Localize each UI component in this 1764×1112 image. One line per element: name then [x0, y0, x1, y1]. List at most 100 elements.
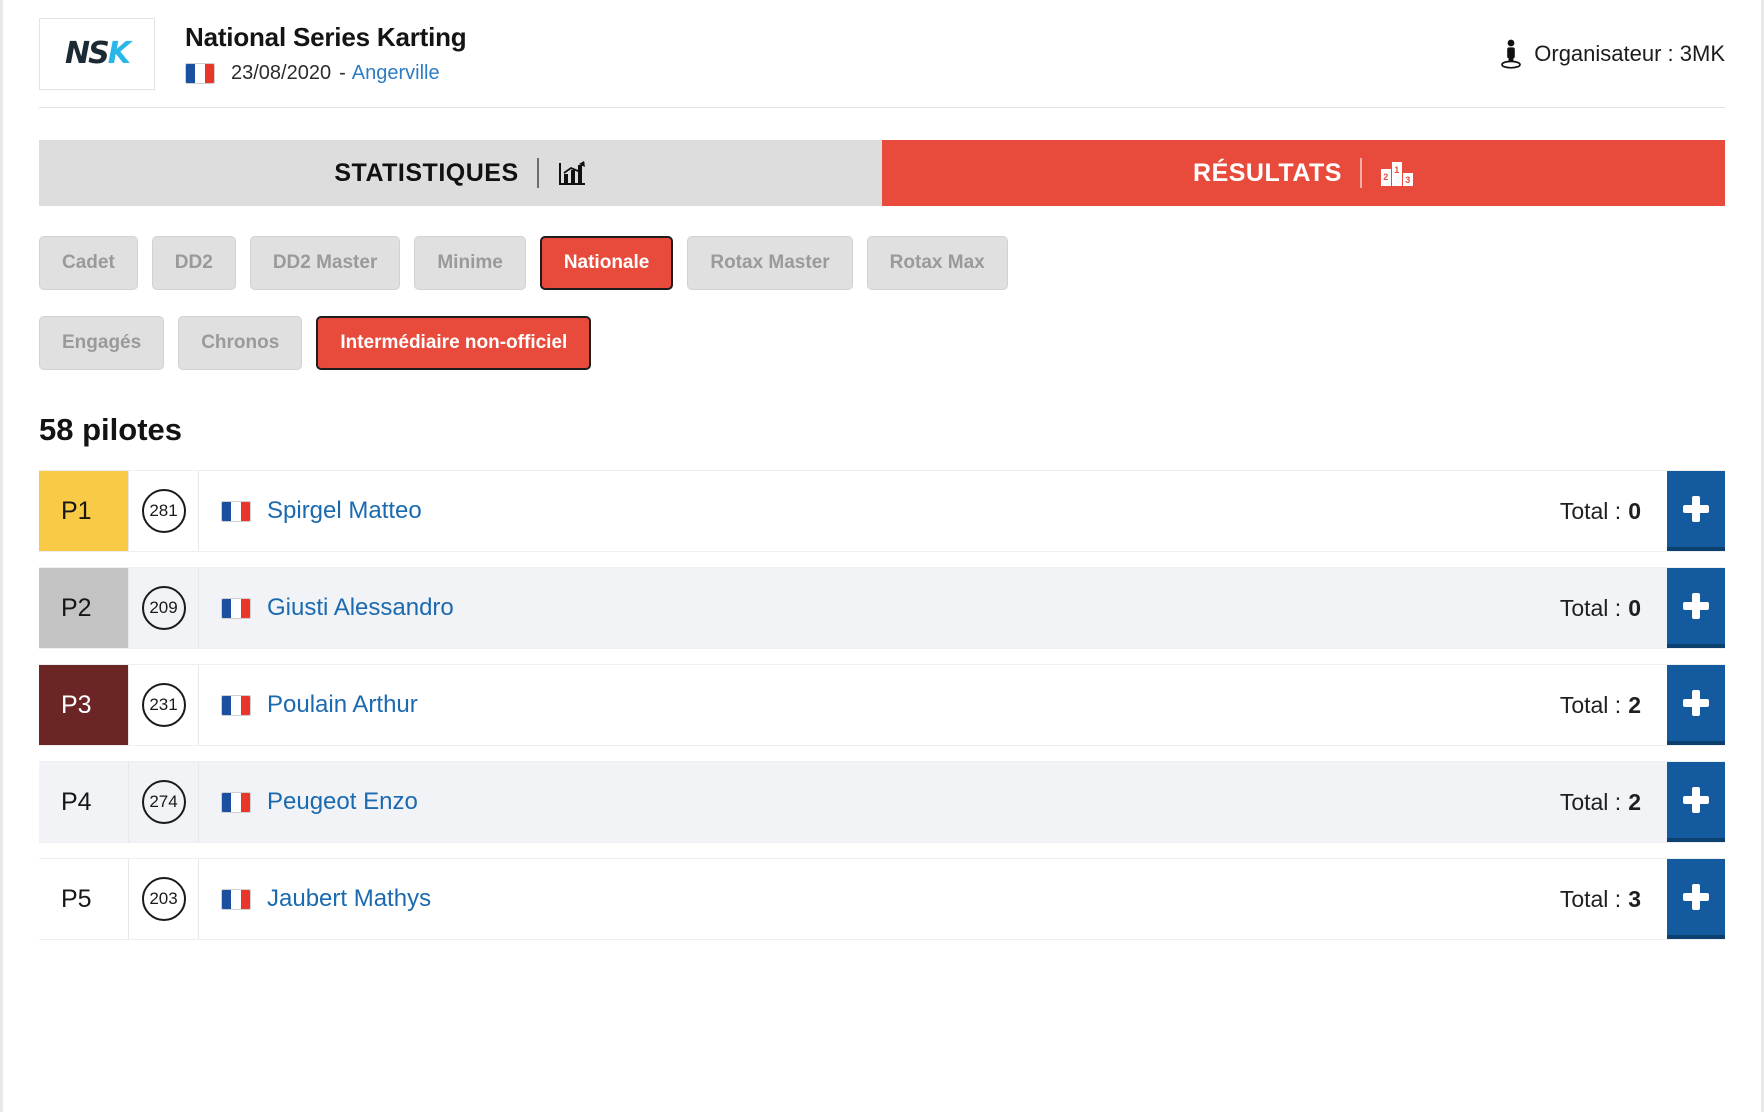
- filter-intermediaire-non-officiel[interactable]: Intermédiaire non-officiel: [316, 316, 592, 370]
- france-flag-icon: [185, 62, 215, 84]
- kart-number-cell: 281: [129, 471, 199, 551]
- session-filter-row: Engagés Chronos Intermédiaire non-offici…: [39, 316, 1725, 370]
- pilot-count-heading: 58 pilotes: [39, 412, 182, 447]
- podium-second-number: 2: [1383, 172, 1389, 182]
- driver-cell: Spirgel Matteo: [199, 471, 1560, 551]
- expand-row-button[interactable]: [1667, 859, 1725, 939]
- filter-rotax-max[interactable]: Rotax Max: [866, 236, 1008, 290]
- tab-resultats-label: RÉSULTATS: [1193, 158, 1342, 187]
- driver-cell: Poulain Arthur: [199, 665, 1560, 745]
- total-label: Total :: [1559, 885, 1622, 912]
- organiser-info: Organisateur : 3MK: [1500, 39, 1725, 69]
- kart-number-cell: 274: [129, 762, 199, 842]
- total-value: 2: [1628, 788, 1641, 815]
- total-value: 0: [1628, 497, 1641, 524]
- plus-icon: [1683, 690, 1709, 716]
- driver-name-link[interactable]: Spirgel Matteo: [267, 497, 422, 525]
- total-cell: Total : 0: [1560, 471, 1667, 551]
- header-titles: National Series Karting 23/08/2020 - Ang…: [185, 22, 1500, 84]
- event-location-link[interactable]: Angerville: [352, 62, 440, 85]
- total-value: 2: [1628, 691, 1641, 718]
- position-badge: P5: [39, 859, 129, 939]
- event-date: 23/08/2020: [231, 61, 332, 84]
- driver-cell: Jaubert Mathys: [199, 859, 1560, 939]
- event-header: NSK National Series Karting 23/08/2020 -…: [39, 0, 1725, 108]
- total-cell: Total : 3: [1560, 859, 1667, 939]
- table-row[interactable]: P2 209 Giusti Alessandro Total : 0: [39, 567, 1725, 649]
- france-flag-icon: [221, 500, 251, 522]
- france-flag-icon: [221, 597, 251, 619]
- tab-resultats[interactable]: RÉSULTATS 2 1 3: [882, 140, 1725, 206]
- position-badge: P4: [39, 762, 129, 842]
- total-value: 0: [1628, 594, 1641, 621]
- driver-name-link[interactable]: Poulain Arthur: [267, 691, 418, 719]
- expand-row-button[interactable]: [1667, 762, 1725, 842]
- kart-number: 209: [141, 586, 186, 630]
- france-flag-icon: [221, 694, 251, 716]
- kart-number: 274: [141, 780, 186, 824]
- plus-icon: [1683, 593, 1709, 619]
- table-row[interactable]: P5 203 Jaubert Mathys Total : 3: [39, 858, 1725, 940]
- filter-minime[interactable]: Minime: [414, 236, 526, 290]
- filter-engages[interactable]: Engagés: [39, 316, 165, 370]
- bar-chart-icon: [558, 161, 585, 185]
- driver-name-link[interactable]: Giusti Alessandro: [267, 594, 454, 622]
- france-flag-icon: [221, 791, 251, 813]
- tab-statistiques-label: STATISTIQUES: [334, 158, 519, 187]
- kart-number-cell: 203: [129, 859, 199, 939]
- tab-statistiques[interactable]: STATISTIQUES: [39, 140, 882, 206]
- total-value: 3: [1628, 885, 1641, 912]
- kart-number: 203: [141, 877, 186, 921]
- driver-cell: Peugeot Enzo: [199, 762, 1560, 842]
- france-flag-icon: [221, 888, 251, 910]
- plus-icon: [1683, 884, 1709, 910]
- position-badge: P2: [39, 568, 129, 648]
- main-tabs: STATISTIQUES RÉSULTATS 2 1 3: [39, 140, 1725, 206]
- podium-first-number: 1: [1394, 165, 1400, 175]
- position-badge: P1: [39, 471, 129, 551]
- event-subtitle: 23/08/2020 - Angerville: [185, 62, 1500, 85]
- table-row[interactable]: P3 231 Poulain Arthur Total : 2: [39, 664, 1725, 746]
- tab-divider: [536, 158, 539, 188]
- filter-chronos[interactable]: Chronos: [178, 316, 303, 370]
- filter-nationale[interactable]: Nationale: [539, 236, 674, 290]
- driver-name-link[interactable]: Jaubert Mathys: [267, 885, 431, 913]
- filter-cadet[interactable]: Cadet: [39, 236, 138, 290]
- kart-number: 231: [141, 683, 186, 727]
- logo-ns-text: NS: [65, 36, 110, 71]
- logo-k-text: K: [107, 36, 131, 71]
- expand-row-button[interactable]: [1667, 568, 1725, 648]
- event-results-page: NSK National Series Karting 23/08/2020 -…: [0, 0, 1764, 1112]
- position-badge: P3: [39, 665, 129, 745]
- plus-icon: [1683, 496, 1709, 522]
- category-filter-row: Cadet DD2 DD2 Master Minime Nationale Ro…: [39, 236, 1725, 290]
- table-row[interactable]: P1 281 Spirgel Matteo Total : 0: [39, 470, 1725, 552]
- driver-name-link[interactable]: Peugeot Enzo: [267, 788, 418, 816]
- kart-number-cell: 231: [129, 665, 199, 745]
- expand-row-button[interactable]: [1667, 471, 1725, 551]
- organiser-label: Organisateur : 3MK: [1534, 40, 1725, 66]
- total-cell: Total : 0: [1560, 568, 1667, 648]
- kart-number: 281: [141, 489, 186, 533]
- nsk-logo: NSK: [39, 17, 155, 90]
- driver-cell: Giusti Alessandro: [199, 568, 1560, 648]
- total-label: Total :: [1559, 691, 1622, 718]
- results-list: P1 281 Spirgel Matteo Total : 0 P2 209 G…: [39, 470, 1725, 940]
- plus-icon: [1683, 787, 1709, 813]
- total-label: Total :: [1559, 788, 1622, 815]
- total-label: Total :: [1559, 497, 1622, 524]
- date-location-separator: -: [339, 61, 346, 84]
- total-cell: Total : 2: [1560, 762, 1667, 842]
- person-podium-icon: [1501, 39, 1522, 69]
- filter-dd2[interactable]: DD2: [151, 236, 236, 290]
- kart-number-cell: 209: [129, 568, 199, 648]
- filter-dd2-master[interactable]: DD2 Master: [249, 236, 401, 290]
- table-row[interactable]: P4 274 Peugeot Enzo Total : 2: [39, 761, 1725, 843]
- filter-rotax-master[interactable]: Rotax Master: [687, 236, 853, 290]
- total-label: Total :: [1559, 594, 1622, 621]
- page-title: National Series Karting: [185, 22, 467, 53]
- total-cell: Total : 2: [1560, 665, 1667, 745]
- podium-icon: 2 1 3: [1380, 162, 1413, 186]
- expand-row-button[interactable]: [1667, 665, 1725, 745]
- tab-divider: [1359, 158, 1362, 188]
